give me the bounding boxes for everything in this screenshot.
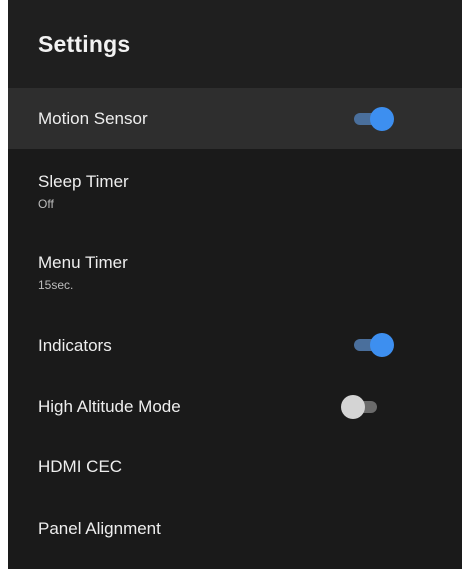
high-altitude-mode-toggle[interactable]: [341, 395, 383, 419]
setting-label: High Altitude Mode: [38, 397, 181, 416]
toggle-thumb: [370, 333, 394, 357]
setting-item-motion-sensor[interactable]: Motion Sensor: [8, 88, 462, 149]
setting-value: 15sec.: [38, 278, 74, 292]
settings-header: Settings: [8, 0, 462, 88]
setting-item-panel-alignment[interactable]: Panel Alignment: [8, 504, 462, 554]
setting-label: Indicators: [38, 336, 112, 355]
setting-item-menu-timer[interactable]: Menu Timer 15sec.: [8, 244, 462, 316]
indicators-toggle[interactable]: [352, 333, 394, 357]
motion-sensor-toggle[interactable]: [352, 107, 394, 131]
setting-value: Off: [38, 197, 54, 211]
toggle-thumb: [370, 107, 394, 131]
setting-label: Menu Timer: [38, 253, 128, 272]
setting-label: Sleep Timer: [38, 172, 129, 191]
setting-item-indicators[interactable]: Indicators: [8, 322, 462, 372]
page-title: Settings: [38, 31, 131, 57]
toggle-thumb: [341, 395, 365, 419]
setting-label: HDMI CEC: [38, 457, 123, 476]
setting-item-sleep-timer[interactable]: Sleep Timer Off: [8, 155, 462, 227]
setting-item-high-altitude-mode[interactable]: High Altitude Mode: [8, 382, 462, 432]
setting-label: Motion Sensor: [38, 109, 148, 128]
setting-label: Panel Alignment: [38, 519, 161, 538]
setting-item-hdmi-cec[interactable]: HDMI CEC: [8, 443, 462, 493]
settings-panel: Settings Motion Sensor Sleep Timer Off M…: [8, 0, 462, 569]
